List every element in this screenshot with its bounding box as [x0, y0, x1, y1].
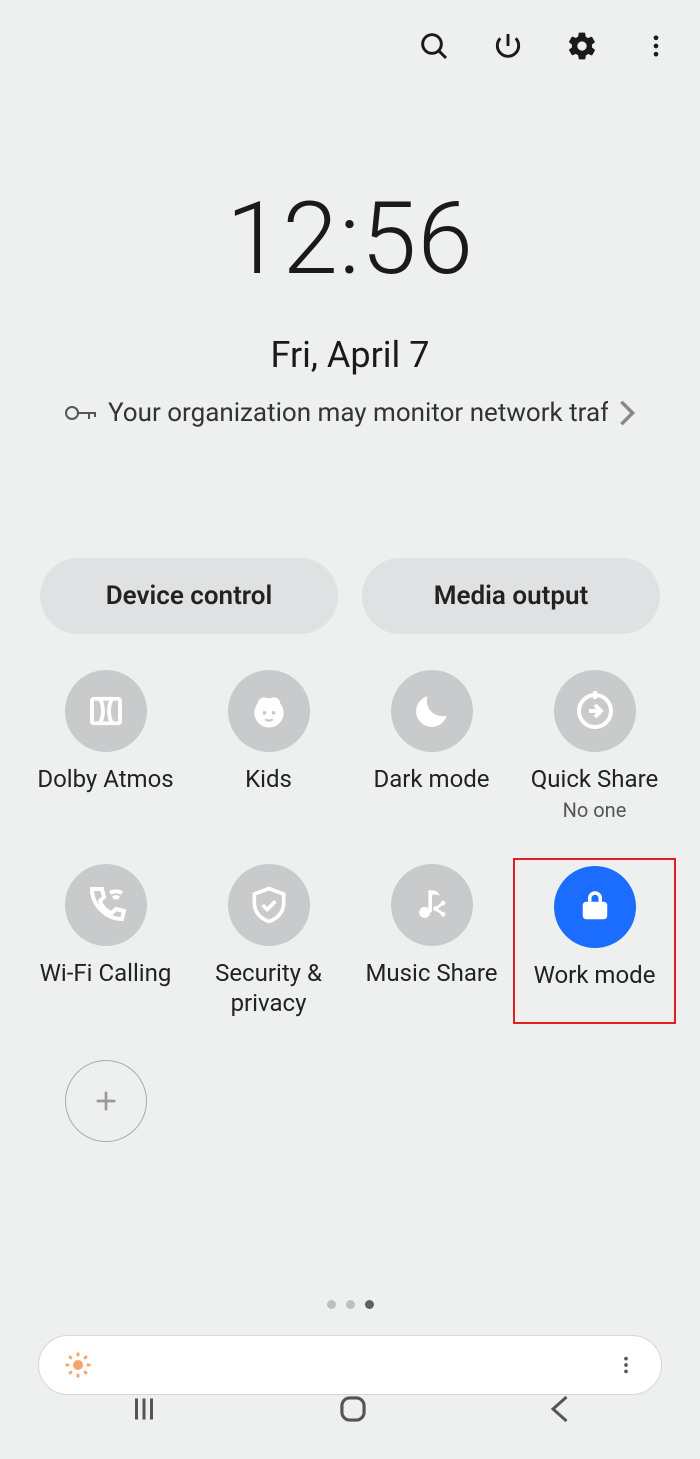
share-cycle-icon	[554, 670, 636, 752]
wifi-call-icon	[65, 864, 147, 946]
clock-time: 12:56	[0, 190, 700, 290]
tile-dolby-atmos[interactable]: Dolby Atmos	[24, 664, 187, 828]
home-button[interactable]	[334, 1390, 372, 1428]
device-control-button[interactable]: Device control	[40, 558, 338, 634]
organization-notice[interactable]: Your organization may monitor network tr…	[0, 398, 700, 428]
clock-block: 12:56 Fri, April 7 Your organization may…	[0, 190, 700, 428]
organization-text: Your organization may monitor network tr…	[108, 398, 608, 428]
tile-wifi-calling[interactable]: Wi-Fi Calling	[24, 858, 187, 1024]
dolby-icon	[65, 670, 147, 752]
moon-icon	[391, 670, 473, 752]
navigation-bar	[0, 1359, 700, 1459]
tile-quick-share[interactable]: Quick Share No one	[513, 664, 676, 828]
device-control-label: Device control	[106, 581, 273, 611]
shield-icon	[228, 864, 310, 946]
page-dot[interactable]	[365, 1300, 374, 1309]
page-dot[interactable]	[346, 1300, 355, 1309]
tile-label: Work mode	[534, 960, 656, 990]
tile-work-mode[interactable]: Work mode	[513, 858, 676, 1024]
tile-kids[interactable]: Kids	[187, 664, 350, 828]
top-action-bar	[0, 0, 700, 70]
tile-subtext: No one	[563, 798, 627, 822]
plus-icon	[65, 1060, 147, 1142]
recents-button[interactable]	[126, 1391, 162, 1427]
music-share-icon	[391, 864, 473, 946]
tile-music-share[interactable]: Music Share	[350, 858, 513, 1024]
chevron-right-icon	[618, 399, 636, 427]
tile-security-privacy[interactable]: Security & privacy	[187, 858, 350, 1024]
pill-row: Device control Media output	[0, 558, 700, 634]
tile-label: Wi-Fi Calling	[40, 958, 172, 988]
gear-icon[interactable]	[566, 30, 598, 62]
key-icon	[64, 402, 98, 424]
search-icon[interactable]	[418, 30, 450, 62]
quick-settings-grid: Dolby Atmos Kids Dark mode Quick Share N…	[0, 634, 700, 1190]
tile-add[interactable]	[24, 1054, 187, 1190]
tile-label: Dolby Atmos	[37, 764, 173, 794]
media-output-label: Media output	[434, 581, 588, 611]
tile-label: Music Share	[365, 958, 497, 988]
briefcase-icon	[554, 866, 636, 948]
kids-icon	[228, 670, 310, 752]
tile-label: Kids	[245, 764, 292, 794]
tile-label: Security & privacy	[189, 958, 348, 1018]
tile-label: Quick Share	[531, 764, 658, 794]
back-button[interactable]	[544, 1391, 574, 1427]
tile-label: Dark mode	[373, 764, 489, 794]
page-indicator	[0, 1300, 700, 1309]
more-icon[interactable]	[640, 30, 672, 62]
clock-date: Fri, April 7	[0, 334, 700, 376]
media-output-button[interactable]: Media output	[362, 558, 660, 634]
page-dot[interactable]	[327, 1300, 336, 1309]
tile-dark-mode[interactable]: Dark mode	[350, 664, 513, 828]
power-icon[interactable]	[492, 30, 524, 62]
